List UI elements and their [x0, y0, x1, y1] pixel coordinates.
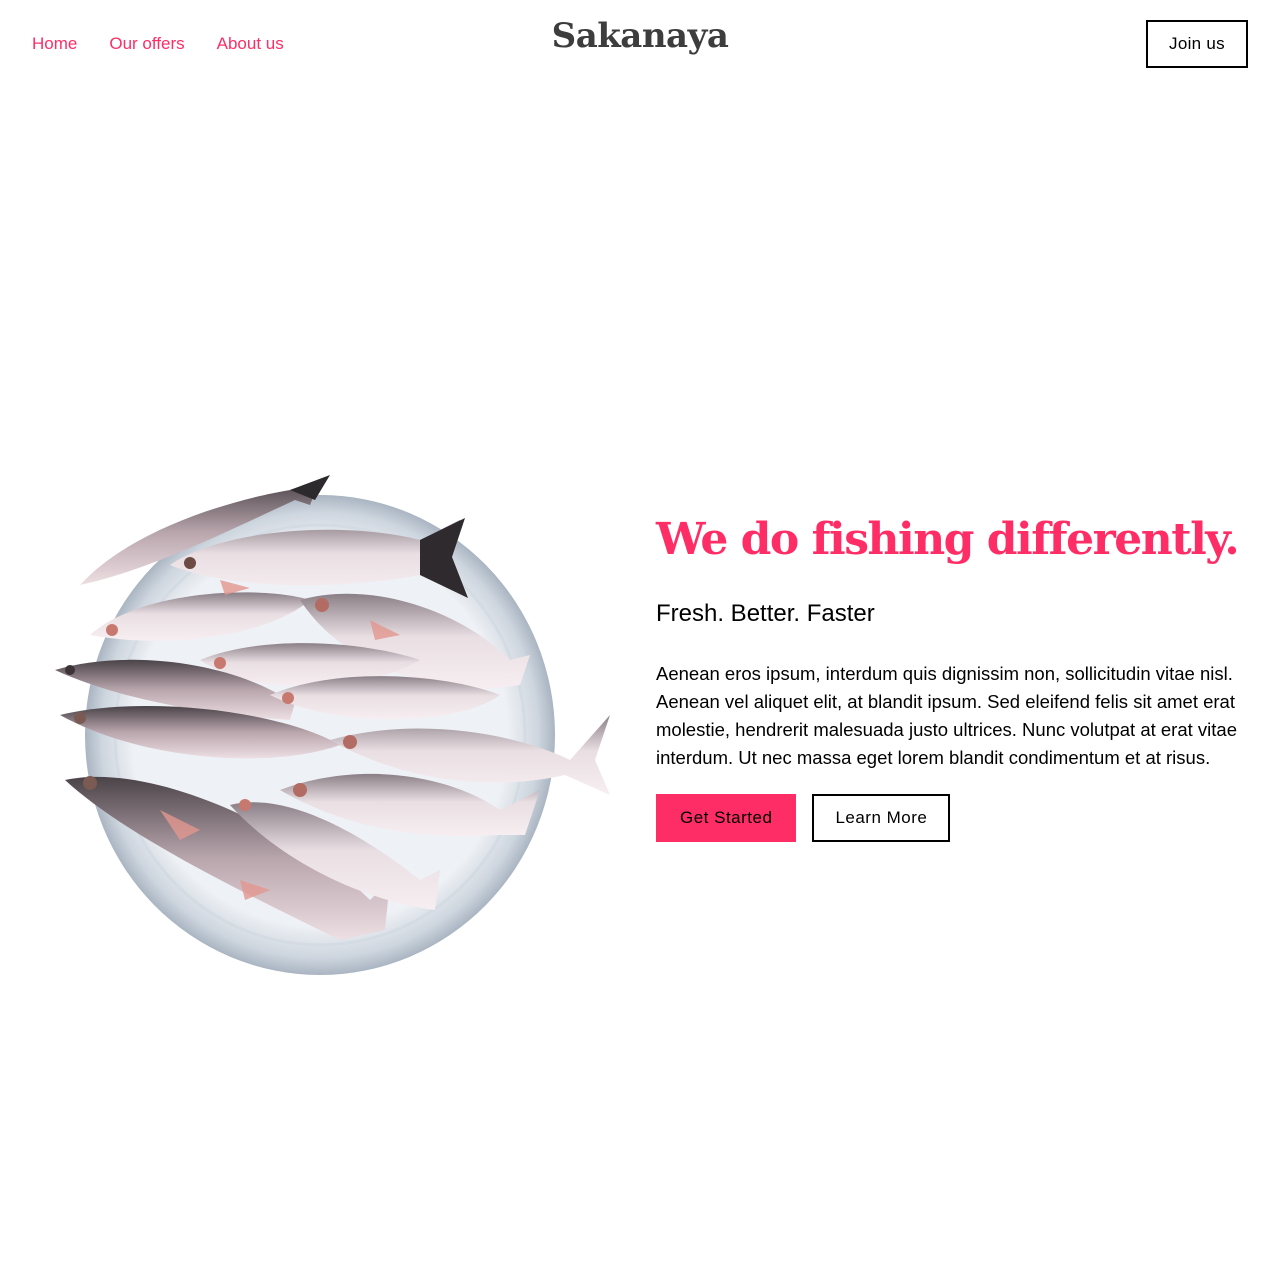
page: Home Our offers About us Sakanaya Join u… [0, 0, 1280, 1280]
hero-section: We do fishing differently. Fresh. Better… [656, 510, 1256, 842]
hero-title: We do fishing differently. [656, 514, 1240, 565]
cta-row: Get Started Learn More [656, 794, 1256, 842]
join-us-button[interactable]: Join us [1146, 20, 1248, 68]
fish-plate-image [55, 475, 610, 975]
hero-subtitle: Fresh. Better. Faster [656, 600, 875, 627]
hero-body-text: Aenean eros ipsum, interdum quis digniss… [656, 663, 1237, 768]
learn-more-button[interactable]: Learn More [812, 794, 951, 842]
get-started-button[interactable]: Get Started [656, 794, 797, 842]
site-logo[interactable]: Sakanaya [0, 16, 1280, 56]
